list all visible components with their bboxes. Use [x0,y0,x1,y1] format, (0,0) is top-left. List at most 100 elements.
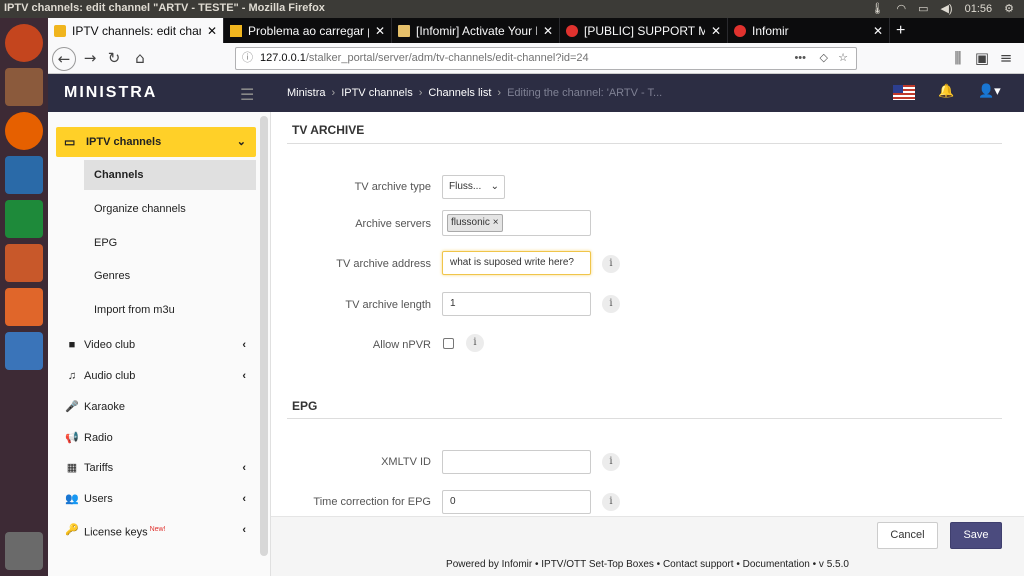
sidebar-subitem-genres[interactable]: Genres [84,261,256,291]
ministra-logo[interactable]: MINISTRA [48,74,261,112]
archive-servers-field[interactable]: flussonic × [442,210,591,236]
tab-problema[interactable]: Problema ao carregar pá ✕ [224,18,392,43]
breadcrumb-ministra[interactable]: Ministra [287,87,326,99]
chevron-down-icon: ⌄ [490,181,499,192]
close-icon[interactable]: ✕ [711,24,721,38]
home-button[interactable]: ⌂ [128,47,152,71]
forward-button[interactable]: → [78,47,102,71]
info-icon[interactable]: i [602,493,620,511]
sidebar-item-label: Radio [84,432,113,444]
breadcrumb-iptv-channels[interactable]: IPTV channels [341,87,413,99]
breadcrumb-channels-list[interactable]: Channels list [428,87,491,99]
hamburger-icon[interactable]: ☰ [240,85,254,104]
sidebar-item-tariffs[interactable]: ▦ Tariffs ‹ [64,455,254,481]
power-icon[interactable]: ⚙ [1004,2,1014,15]
sidebar-item-label: License keys [84,526,148,539]
music-note-icon: ♫ [67,370,77,382]
infomir-favicon [734,24,746,37]
sidebar-subitem-organize-channels[interactable]: Organize channels [84,194,256,224]
clock[interactable]: 01:56 [965,3,993,15]
volume-icon[interactable]: ◀) [940,2,952,15]
xmltv-id-input[interactable] [442,450,591,474]
sidebar-item-label: Video club [84,339,136,351]
info-icon[interactable]: i [466,334,484,352]
sidebar-item-audio-club[interactable]: ♫ Audio club ‹ [64,363,254,389]
server-tag[interactable]: flussonic × [447,214,503,232]
bell-icon[interactable]: 🔔 [938,84,954,99]
sidebar: ▭ IPTV channels ⌄ Channels Organize chan… [48,112,271,576]
software-center-icon[interactable] [5,288,43,326]
cancel-button[interactable]: Cancel [877,522,938,549]
page-actions-icon[interactable]: ••• [794,48,806,69]
reload-button[interactable]: ↻ [102,47,126,71]
sidebar-item-label: Tariffs [84,462,114,474]
close-icon[interactable]: ✕ [873,24,883,38]
library-icon[interactable]: ⫼ [946,47,970,71]
info-icon[interactable]: i [602,453,620,471]
impress-icon[interactable] [5,244,43,282]
section-title-epg: EPG [292,399,318,413]
sidebar-item-license-keys[interactable]: 🔑 License keys New! ‹ [64,517,254,543]
sidebar-item-video-club[interactable]: ■ Video club ‹ [64,332,254,358]
url-bar[interactable]: 127.0.0.1/stalker_portal/server/adm/tv-c… [235,47,857,70]
pocket-icon[interactable]: ◇ [820,48,828,69]
allow-npvr-checkbox[interactable] [443,338,454,349]
info-icon[interactable]: ⓘ [242,48,253,69]
tv-archive-type-label: TV archive type [354,181,431,193]
bookmark-star-icon[interactable]: ☆ [838,48,848,69]
mail-icon [398,24,410,37]
tab-iptv-channels[interactable]: IPTV channels: edit chann ✕ [48,18,224,43]
tv-archive-address-input[interactable]: what is suposed write here? [442,251,591,275]
breadcrumb-separator-icon: › [418,87,423,99]
sidebar-item-users[interactable]: 👥 Users ‹ [64,486,254,512]
sidebar-subitem-epg[interactable]: EPG [84,228,256,258]
sidebar-subitem-channels[interactable]: Channels [84,160,256,190]
new-tab-button[interactable]: + [890,18,920,43]
archive-servers-label: Archive servers [355,218,431,230]
sidebar-item-iptv-channels[interactable]: ▭ IPTV channels ⌄ [56,127,256,157]
back-button[interactable]: ← [52,47,76,71]
updater-icon[interactable] [5,332,43,370]
battery-icon[interactable]: ▭ [918,2,928,15]
calc-icon[interactable] [5,200,43,238]
system-top-bar: IPTV channels: edit channel "ARTV - TEST… [0,0,1024,18]
ubuntu-dash-icon[interactable] [5,24,43,62]
microphone-icon: 🎤 [65,401,79,413]
thermometer-icon[interactable]: 🌡 [870,2,884,15]
tv-archive-type-select[interactable]: Fluss... ⌄ [442,175,505,199]
breadcrumb: Ministra › IPTV channels › Channels list › Edi… [287,74,662,112]
sidebar-item-karaoke[interactable]: 🎤 Karaoke [64,394,254,420]
info-icon[interactable]: i [602,295,620,313]
url-host: 127.0.0.1 [260,52,306,64]
close-icon[interactable]: ✕ [207,24,217,38]
writer-icon[interactable] [5,156,43,194]
tab-support[interactable]: [PUBLIC] SUPPORT MAIN ✕ [560,18,728,43]
save-button[interactable]: Save [950,522,1002,549]
menu-icon[interactable]: ≡ [994,47,1018,71]
allow-npvr-label: Allow nPVR [372,339,431,351]
chevron-left-icon: ‹ [242,524,246,536]
us-flag-icon[interactable] [893,85,915,100]
breadcrumb-separator-icon: › [331,87,336,99]
time-correction-input[interactable]: 0 [442,490,591,514]
trash-icon[interactable] [5,532,43,570]
chevron-left-icon: ‹ [242,462,246,474]
close-icon[interactable]: ✕ [543,24,553,38]
close-icon[interactable]: ✕ [375,24,385,38]
sidebar-item-radio[interactable]: 📢 Radio [64,425,254,451]
sidebar-toggle-icon[interactable]: ▣ [970,47,994,71]
remove-tag-icon[interactable]: × [493,217,499,228]
firefox-icon[interactable] [5,112,43,150]
tab-activate[interactable]: [Infomir] Activate Your M ✕ [392,18,560,43]
browser-tab-bar: IPTV channels: edit chann ✕ Problema ao … [48,18,1024,43]
navigation-toolbar: ← → ↻ ⌂ 127.0.0.1/stalker_portal/server/… [48,43,1024,74]
tab-infomir[interactable]: Infomir ✕ [728,18,890,43]
user-menu-icon[interactable]: 👤▾ [978,84,1001,99]
file-manager-icon[interactable] [5,68,43,106]
tv-archive-length-input[interactable]: 1 [442,292,591,316]
sidebar-subitem-import-m3u[interactable]: Import from m3u [84,295,256,325]
video-camera-icon: ■ [68,339,76,351]
wifi-icon[interactable]: ◠ [896,2,906,15]
sidebar-scrollbar[interactable] [260,116,268,556]
info-icon[interactable]: i [602,255,620,273]
